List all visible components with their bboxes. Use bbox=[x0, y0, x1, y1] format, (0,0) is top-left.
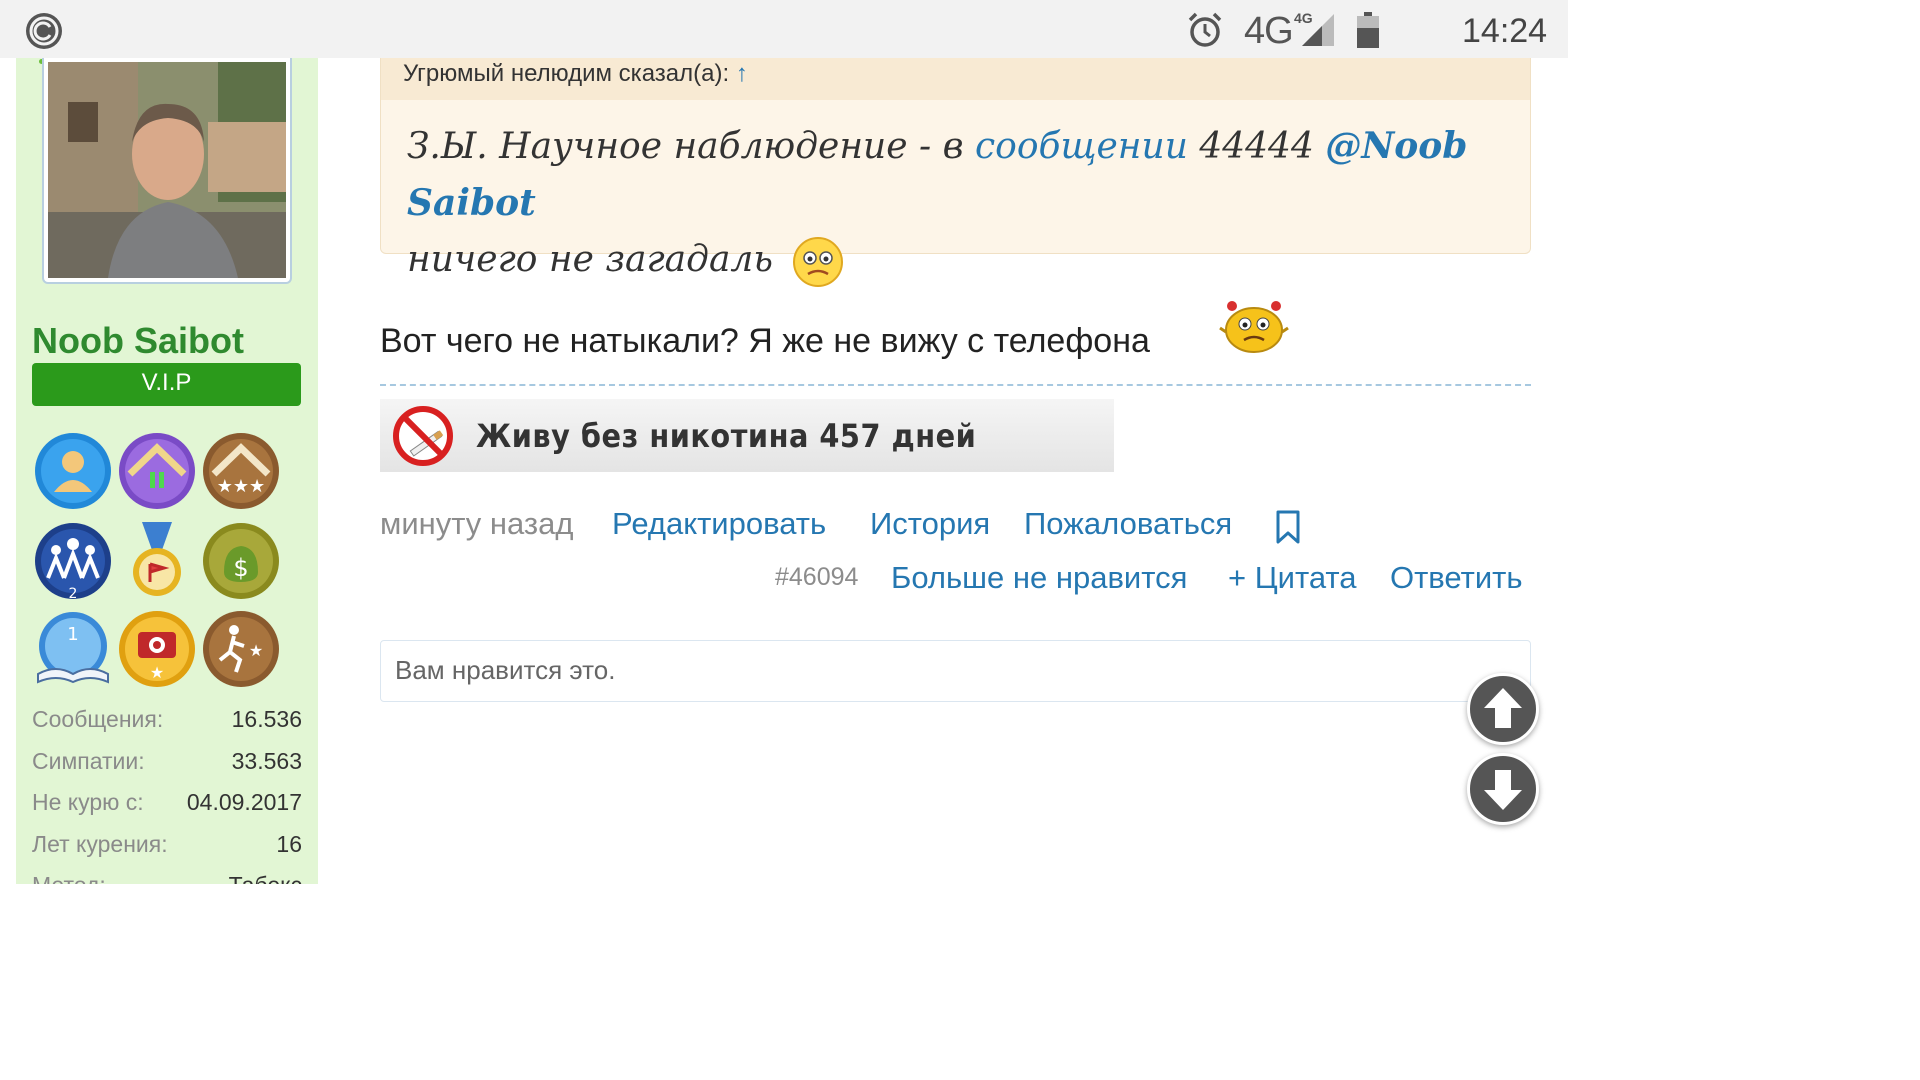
clock-time: 14:24 bbox=[1462, 12, 1548, 50]
quote-source-link[interactable]: ↑ bbox=[736, 60, 748, 87]
trophy-camera-icon[interactable]: ★ bbox=[116, 608, 198, 690]
no-smoking-icon bbox=[393, 406, 453, 466]
arrow-up-icon bbox=[1484, 688, 1522, 728]
svg-text:2: 2 bbox=[69, 586, 78, 602]
bookmark-icon[interactable] bbox=[1274, 510, 1302, 544]
username[interactable]: Noob Saibot bbox=[32, 320, 244, 362]
alarm-icon bbox=[1188, 12, 1222, 47]
quote-message-link[interactable]: сообщении bbox=[975, 126, 1188, 167]
post-time[interactable]: минуту назад bbox=[380, 506, 573, 542]
reply-button[interactable]: Ответить bbox=[1390, 560, 1523, 596]
svg-text:$: $ bbox=[233, 554, 248, 582]
trophy-medal-icon[interactable] bbox=[116, 520, 198, 602]
stat-value: Табекс bbox=[229, 872, 302, 884]
stat-row-quit-date: Не курю с: 04.09.2017 bbox=[32, 785, 302, 827]
quote-body: З.Ы. Научное наблюдение - в сообщении 44… bbox=[407, 118, 1507, 288]
avatar[interactable] bbox=[48, 62, 286, 278]
signal-strength-icon bbox=[1302, 14, 1334, 46]
user-stats: Сообщения: 16.536 Симпатии: 33.563 Не ку… bbox=[32, 702, 302, 884]
trophy-book-icon[interactable]: 1 bbox=[32, 608, 114, 690]
signature-banner[interactable]: Живу без никотина 457 дней bbox=[380, 399, 1114, 472]
battery-icon bbox=[1357, 12, 1379, 48]
user-sidebar: Noob Saibot V.I.P ★★★ 2 $ 1 ★ ★ Сообщени… bbox=[16, 58, 318, 884]
report-link[interactable]: Пожаловаться bbox=[1024, 506, 1232, 542]
quote-text: 44444 bbox=[1187, 126, 1326, 167]
trophy-runner-icon[interactable]: ★ bbox=[200, 608, 282, 690]
quote-author: Угрюмый нелюдим сказал(а): ↑ bbox=[403, 60, 748, 88]
scroll-up-button[interactable] bbox=[1467, 673, 1539, 745]
quote-author-text: Угрюмый нелюдим сказал(а): bbox=[403, 60, 730, 87]
stat-row-likes: Симпатии: 33.563 bbox=[32, 744, 302, 786]
user-rank-badge: V.I.P bbox=[32, 363, 301, 406]
quote-text: З.Ы. Научное наблюдение - в bbox=[407, 126, 975, 167]
confused-smiley-icon bbox=[1219, 301, 1289, 353]
avatar-frame[interactable] bbox=[42, 58, 292, 284]
status-bar: 4G 4G 14:24 bbox=[0, 0, 1568, 58]
quote-text: ничего не загадаль bbox=[407, 239, 773, 280]
svg-text:★: ★ bbox=[249, 641, 263, 660]
likes-text: Вам нравится это. bbox=[395, 655, 616, 685]
history-link[interactable]: История bbox=[870, 506, 990, 542]
stat-label: Метод: bbox=[32, 872, 106, 884]
stat-value[interactable]: 16.536 bbox=[232, 706, 302, 733]
stat-value[interactable]: 33.563 bbox=[232, 748, 302, 775]
unlike-button[interactable]: Больше не нравится bbox=[891, 560, 1187, 596]
signature-text: Живу без никотина 457 дней bbox=[476, 417, 977, 455]
quote-header: Угрюмый нелюдим сказал(а): ↑ bbox=[381, 58, 1530, 100]
post-permalink[interactable]: #46094 bbox=[775, 563, 858, 592]
trophy-money-icon[interactable]: $ bbox=[200, 520, 282, 602]
stat-label: Симпатии: bbox=[32, 747, 145, 774]
trophy-level-2-icon[interactable] bbox=[116, 430, 198, 512]
svg-text:★: ★ bbox=[150, 663, 164, 682]
stat-label: Не курю с: bbox=[32, 789, 144, 815]
trophy-group-2-icon[interactable]: 2 bbox=[32, 520, 114, 602]
edit-link[interactable]: Редактировать bbox=[612, 506, 826, 542]
app-notification-icon bbox=[26, 13, 62, 49]
stat-row-messages: Сообщения: 16.536 bbox=[32, 702, 302, 744]
quote-block: Угрюмый нелюдим сказал(а): ↑ З.Ы. Научно… bbox=[380, 58, 1531, 287]
stat-row-smoking-years: Лет курения: 16 bbox=[32, 827, 302, 869]
svg-text:1: 1 bbox=[67, 624, 78, 645]
stat-value: 04.09.2017 bbox=[186, 789, 302, 815]
stat-value: 16 bbox=[276, 830, 302, 857]
svg-text:★★★: ★★★ bbox=[217, 476, 265, 497]
worried-smiley-icon bbox=[793, 237, 844, 287]
network-type-label: 4G bbox=[1244, 10, 1294, 52]
stat-row-method: Метод: Табекс bbox=[32, 868, 302, 884]
trophy-user-icon[interactable] bbox=[32, 430, 114, 512]
trophy-three-stars-icon[interactable]: ★★★ bbox=[200, 430, 282, 512]
signature-divider bbox=[380, 384, 1531, 386]
likes-summary: Вам нравится это. bbox=[380, 640, 1531, 702]
stat-label: Сообщения: bbox=[32, 706, 164, 732]
stat-label: Лет курения: bbox=[32, 830, 168, 857]
scroll-down-button[interactable] bbox=[1467, 753, 1539, 825]
arrow-down-icon bbox=[1484, 770, 1522, 810]
quote-button[interactable]: + Цитата bbox=[1228, 560, 1356, 596]
post-message: Вот чего не натыкали? Я же не вижу с тел… bbox=[380, 322, 1150, 360]
